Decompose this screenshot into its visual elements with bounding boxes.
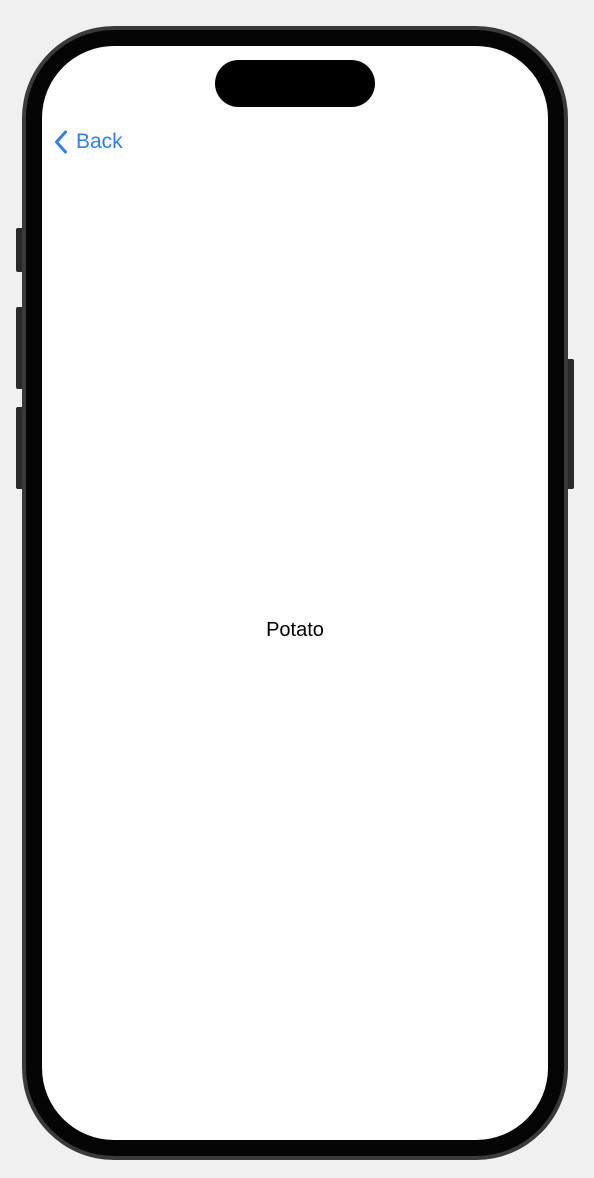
device-screen: Back Potato <box>42 46 548 1140</box>
dynamic-island <box>215 60 375 107</box>
content-label: Potato <box>266 619 324 641</box>
device-bezel: Back Potato <box>26 30 564 1156</box>
simulator-stage: Back Potato <box>0 0 594 1178</box>
back-button[interactable]: Back <box>54 130 123 154</box>
chevron-left-icon <box>54 130 68 154</box>
device-frame: Back Potato <box>22 26 568 1160</box>
back-label: Back <box>76 130 123 153</box>
